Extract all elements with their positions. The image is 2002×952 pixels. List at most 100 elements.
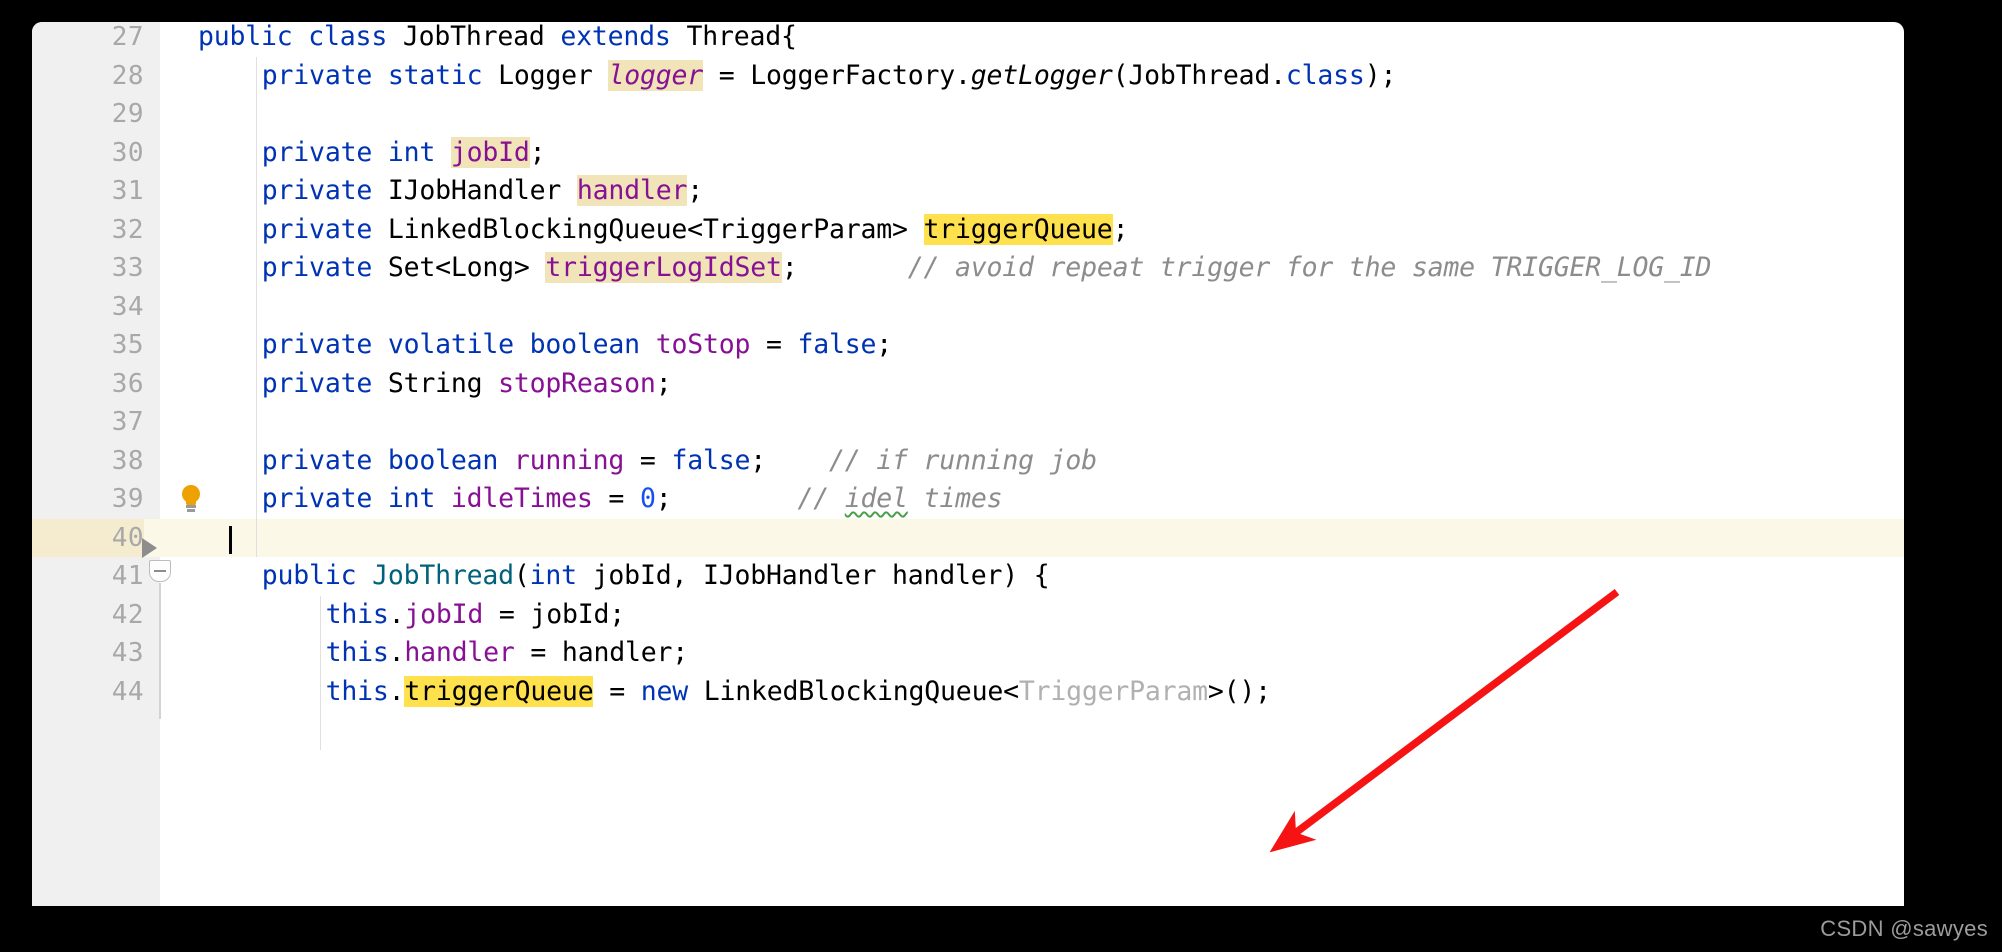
code-token: handler — [576, 175, 688, 206]
code-line-text: public class JobThread extends Thread{ — [198, 22, 797, 57]
code-token: 0 — [639, 483, 656, 514]
code-token: int — [529, 560, 577, 591]
code-token: getLogger — [970, 59, 1113, 91]
code-token: ; — [750, 444, 766, 476]
code-line[interactable]: 40 — [32, 518, 1904, 557]
code-token: = jobId; — [483, 598, 625, 630]
lightbulb-icon[interactable] — [180, 485, 204, 515]
line-number: 41 — [111, 561, 144, 591]
code-token: Logger — [498, 59, 593, 91]
code-token: (JobThread. — [1112, 59, 1287, 91]
code-line[interactable]: 31 private IJobHandler handler; — [32, 172, 1904, 211]
code-token: Thread{ — [686, 22, 797, 52]
code-token: jobId — [404, 598, 484, 630]
code-token: JobThread — [402, 22, 545, 52]
code-line-text: private volatile boolean toStop = false; — [262, 326, 892, 365]
code-token: ; — [1112, 213, 1129, 245]
code-line[interactable]: 32 private LinkedBlockingQueue<TriggerPar… — [32, 211, 1904, 250]
code-line-text: private int jobId; — [262, 134, 546, 173]
code-token: private — [261, 136, 373, 168]
code-line[interactable]: 33 private Set<Long> triggerLogIdSet; // … — [32, 249, 1904, 288]
code-line[interactable]: 41 public JobThread(int jobId, IJobHandle… — [32, 557, 1904, 596]
code-token: boolean — [387, 444, 499, 476]
code-token: this — [325, 637, 389, 668]
code-token: // avoid repeat trigger for the same TRI… — [907, 252, 1712, 283]
code-line[interactable]: 35 private volatile boolean toStop = fals… — [32, 326, 1904, 365]
code-token: TriggerParam — [1018, 675, 1208, 707]
code-token: = — [592, 483, 640, 514]
line-number: 27 — [111, 22, 144, 52]
text-caret — [229, 525, 232, 554]
code-token: boolean — [529, 329, 640, 360]
code-token: ; — [655, 367, 672, 399]
indent-guide — [319, 595, 321, 750]
code-line[interactable]: 43 this.handler = handler; — [32, 634, 1904, 673]
code-token: this — [325, 598, 389, 630]
screenshot-root: 27 public class JobThread extends Thread{… — [0, 0, 2002, 952]
code-line[interactable]: 27 public class JobThread extends Thread{ — [32, 22, 1904, 57]
code-token: private — [261, 213, 373, 245]
run-triangle-icon[interactable] — [142, 537, 157, 558]
code-token: public — [261, 560, 357, 591]
code-token: running — [513, 444, 625, 476]
code-token: static — [387, 59, 483, 91]
code-token: ( — [513, 560, 530, 591]
code-line-text: private Set<Long> triggerLogIdSet; // av… — [262, 249, 1711, 288]
code-token: int — [387, 136, 436, 168]
code-token: private — [261, 252, 373, 283]
code-line[interactable]: 36 private String stopReason; — [32, 365, 1904, 404]
code-token: String — [387, 367, 483, 399]
code-token: private — [261, 329, 373, 360]
code-token: handler — [404, 637, 515, 668]
code-token: JobThread — [372, 560, 514, 591]
code-token: int — [387, 483, 436, 514]
code-line[interactable]: 30 private int jobId; — [32, 134, 1904, 173]
code-token: = handler; — [514, 637, 688, 668]
code-token: ; — [529, 136, 546, 168]
code-token: toStop — [655, 329, 751, 360]
code-line[interactable]: 39 private int idleTimes = 0; // idel tim… — [32, 480, 1904, 519]
code-line[interactable]: 29 — [32, 95, 1904, 134]
code-line[interactable]: 34 — [32, 288, 1904, 327]
code-editor-window[interactable]: 27 public class JobThread extends Thread{… — [32, 22, 1904, 906]
code-token: = — [624, 444, 672, 476]
code-line[interactable]: 44 this.triggerQueue = new LinkedBlocking… — [32, 673, 1904, 712]
code-token: private — [261, 59, 373, 91]
code-line[interactable]: 38 private boolean running = false; // if… — [32, 442, 1904, 481]
line-number: 39 — [111, 484, 144, 514]
line-number: 28 — [111, 60, 144, 91]
code-token: . — [388, 675, 405, 707]
code-token: public — [198, 22, 293, 52]
code-token: idleTimes — [450, 483, 593, 514]
code-token: ; — [876, 329, 893, 360]
code-token: triggerLogIdSet — [545, 252, 782, 283]
code-token: ; — [687, 175, 703, 206]
fold-minus — [154, 570, 166, 572]
code-token: new — [640, 675, 688, 707]
code-token: jobId — [450, 136, 530, 168]
code-token: stopReason — [498, 367, 656, 399]
code-text-area[interactable]: 27 public class JobThread extends Thread{… — [32, 22, 1904, 906]
code-token: LinkedBlockingQueue<TriggerParam> — [387, 213, 924, 245]
code-line[interactable]: 28 private static Logger logger = LoggerF… — [32, 57, 1904, 96]
code-token: false — [797, 329, 877, 360]
indent-guide — [255, 56, 257, 557]
code-line[interactable]: 37 — [32, 403, 1904, 442]
code-line[interactable]: 42 this.jobId = jobId; — [32, 596, 1904, 635]
code-token: class — [1285, 59, 1365, 91]
line-number: 40 — [32, 518, 144, 557]
